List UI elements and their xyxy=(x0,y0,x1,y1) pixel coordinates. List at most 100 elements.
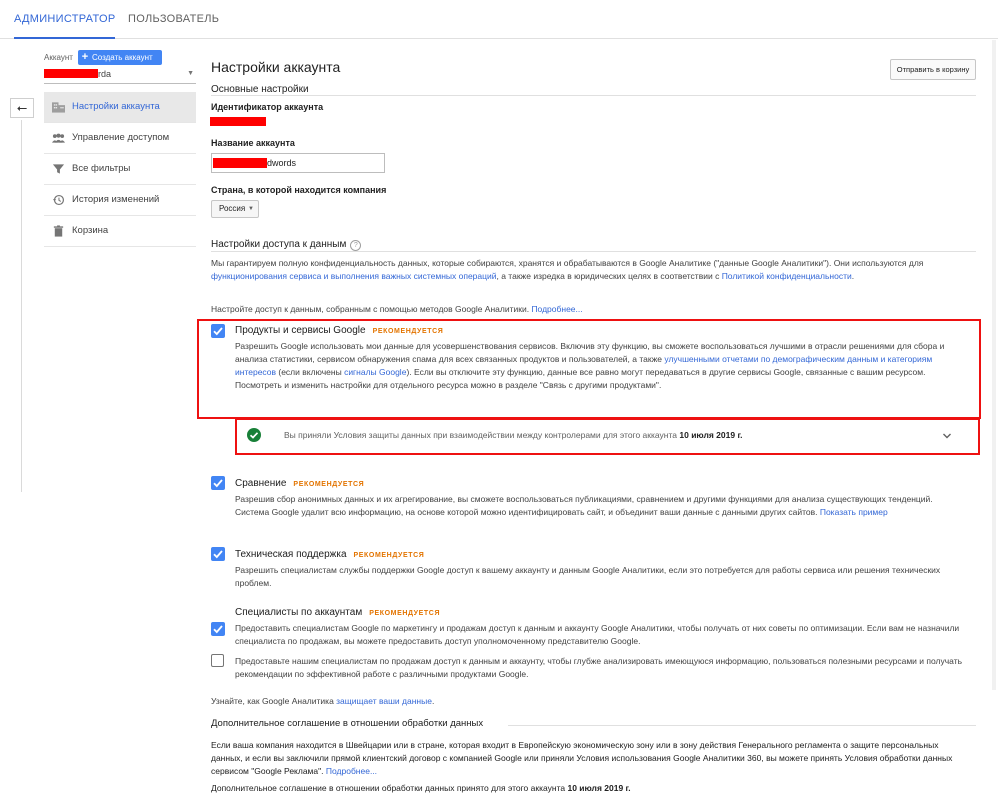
sidebar-item-change-history[interactable]: История изменений xyxy=(44,185,196,216)
benchmark-option-title: Сравнение РЕКОМЕНДУЕТСЯ xyxy=(235,478,364,489)
sidebar-divider xyxy=(21,120,22,492)
sidebar-item-all-filters[interactable]: Все фильтры xyxy=(44,154,196,185)
scrollbar[interactable] xyxy=(992,40,996,690)
amendment-learn-more-link[interactable]: Подробнее... xyxy=(326,766,377,776)
google-signals-link[interactable]: сигналы Google xyxy=(344,367,406,377)
caret-down-icon: ▼ xyxy=(248,206,254,212)
sidebar-item-trash[interactable]: Корзина xyxy=(44,216,196,247)
tab-admin[interactable]: АДМИНИСТРАТОР xyxy=(14,0,116,39)
plus-icon: + xyxy=(81,51,89,63)
protect-text-part: . xyxy=(431,696,435,706)
configure-text: Настройте доступ к данным, собранным с п… xyxy=(211,303,971,316)
country-label: Страна, в которой находится компания xyxy=(211,185,387,195)
tech-support-option-description: Разрешить специалистам службы поддержки … xyxy=(235,565,941,588)
filter-icon xyxy=(52,164,65,174)
tech-support-checkbox[interactable] xyxy=(211,547,225,561)
terms-date: 10 июля 2019 г. xyxy=(679,430,743,440)
recommended-badge: РЕКОМЕНДУЕТСЯ xyxy=(293,481,365,488)
country-select-value: Россия xyxy=(219,204,246,213)
terms-notice-row[interactable]: Вы приняли Условия защиты данных при вза… xyxy=(237,420,978,453)
checkmark-icon xyxy=(213,479,223,488)
recommended-badge: РЕКОМЕНДУЕТСЯ xyxy=(372,328,444,335)
sidebar-item-label: Управление доступом xyxy=(72,132,170,143)
benchmark-checkbox[interactable] xyxy=(211,476,225,490)
guarantee-text: Мы гарантируем полную конфиденциальность… xyxy=(211,257,971,283)
specialists-option-title: Специалисты по аккаунтам РЕКОМЕНДУЕТСЯ xyxy=(235,607,440,618)
learn-more-link[interactable]: Подробнее... xyxy=(531,304,582,314)
tech-support-title-text: Техническая поддержка xyxy=(235,549,347,560)
people-icon xyxy=(52,133,65,143)
sidebar-item-label: Все фильтры xyxy=(72,163,131,174)
products-checkbox[interactable] xyxy=(211,324,225,338)
sidebar-item-account-settings[interactable]: Настройки аккаунта xyxy=(44,92,196,123)
guarantee-text-part: . xyxy=(851,271,855,281)
system-operations-link[interactable]: функционирования сервиса и выполнения ва… xyxy=(211,271,497,281)
products-title-text: Продукты и сервисы Google xyxy=(235,325,366,336)
terms-notice-text: Вы приняли Условия защиты данных при вза… xyxy=(284,429,924,442)
checkmark-icon xyxy=(213,625,223,634)
send-to-trash-button[interactable]: Отправить в корзину xyxy=(890,59,976,80)
divider xyxy=(508,725,976,726)
specialists-option-description: Предоставить специалистам Google по марк… xyxy=(235,623,960,646)
benchmark-title-text: Сравнение xyxy=(235,478,287,489)
create-account-button[interactable]: + Создать аккаунт xyxy=(78,50,162,65)
products-option-description: Разрешить Google использовать мои данные… xyxy=(235,340,967,392)
account-select[interactable]: rda ▼ xyxy=(44,69,196,84)
divider xyxy=(211,251,976,252)
guarantee-text-part: Мы гарантируем полную конфиденциальность… xyxy=(211,258,924,268)
benchmark-option-description: Разрешив сбор анонимных данных и их агре… xyxy=(235,493,967,519)
building-icon xyxy=(52,102,65,113)
account-name-input[interactable]: dwords xyxy=(211,153,385,173)
amendment-text-part: Если ваша компания находится в Швейцарии… xyxy=(211,740,953,776)
recommended-badge: РЕКОМЕНДУЕТСЯ xyxy=(369,610,441,617)
products-desc-part: (если включены xyxy=(276,367,345,377)
create-account-label: Создать аккаунт xyxy=(92,53,153,62)
trash-icon xyxy=(53,225,64,237)
redacted-account-name xyxy=(44,69,98,78)
back-arrow-icon[interactable]: ⭠ xyxy=(10,98,34,118)
data-access-heading: Настройки доступа к данным? xyxy=(211,239,362,251)
privacy-policy-link[interactable]: Политикой конфиденциальности xyxy=(722,271,852,281)
amendment-text: Если ваша компания находится в Швейцарии… xyxy=(211,739,971,778)
amendment-accepted-text: Дополнительное соглашение в отношении об… xyxy=(211,782,971,795)
tech-support-option-title: Техническая поддержка РЕКОМЕНДУЕТСЯ xyxy=(235,549,424,560)
account-label: Аккаунт xyxy=(44,53,73,62)
redacted-account-id xyxy=(210,117,266,126)
amendment-accepted-part: Дополнительное соглашение в отношении об… xyxy=(211,783,568,793)
top-bar: АДМИНИСТРАТОР ПОЛЬЗОВАТЕЛЬ xyxy=(0,0,998,39)
data-access-heading-text: Настройки доступа к данным xyxy=(211,239,347,250)
account-select-value: rda xyxy=(98,69,112,79)
check-circle-icon xyxy=(247,428,261,442)
sidebar-item-label: Настройки аккаунта xyxy=(72,101,160,112)
sidebar-item-access-management[interactable]: Управление доступом xyxy=(44,123,196,154)
basic-settings-heading: Основные настройки xyxy=(211,84,309,95)
guarantee-text-part: , а также изредка в юридических целях в … xyxy=(496,271,722,281)
country-select[interactable]: Россия ▼ xyxy=(211,200,259,218)
protect-data-text: Узнайте, как Google Аналитика защищает в… xyxy=(211,695,911,708)
show-example-link[interactable]: Показать пример xyxy=(820,507,888,517)
sales-specialists-checkbox[interactable] xyxy=(211,654,224,667)
protect-text-part: Узнайте, как Google Аналитика xyxy=(211,696,337,706)
redacted-account-name-field xyxy=(213,158,267,168)
specialists-title-text: Специалисты по аккаунтам xyxy=(235,607,363,618)
configure-text-part: Настройте доступ к данным, собранным с п… xyxy=(211,304,532,314)
caret-down-icon: ▼ xyxy=(187,70,194,77)
tab-user[interactable]: ПОЛЬЗОВАТЕЛЬ xyxy=(128,0,219,38)
chevron-down-icon[interactable] xyxy=(942,432,952,440)
amendment-date: 10 июля 2019 г. xyxy=(567,783,631,793)
amendment-heading: Дополнительное соглашение в отношении об… xyxy=(211,718,484,729)
divider xyxy=(211,95,976,96)
account-name-value: dwords xyxy=(267,158,297,168)
sidebar-item-label: Корзина xyxy=(72,225,109,236)
checkmark-icon xyxy=(213,550,223,559)
account-name-label: Название аккаунта xyxy=(211,138,295,148)
sidebar-item-label: История изменений xyxy=(72,194,160,205)
sales-specialists-description: Предоставьте нашим специалистам по прода… xyxy=(235,656,963,679)
checkmark-icon xyxy=(213,327,223,336)
help-icon[interactable]: ? xyxy=(350,240,362,251)
recommended-badge: РЕКОМЕНДУЕТСЯ xyxy=(353,552,425,559)
terms-notice-part: Вы приняли Условия защиты данных при вза… xyxy=(284,430,680,440)
protects-your-data-link[interactable]: защищает ваши данные xyxy=(336,696,432,706)
specialists-checkbox[interactable] xyxy=(211,622,225,636)
account-id-label: Идентификатор аккаунта xyxy=(211,102,324,112)
